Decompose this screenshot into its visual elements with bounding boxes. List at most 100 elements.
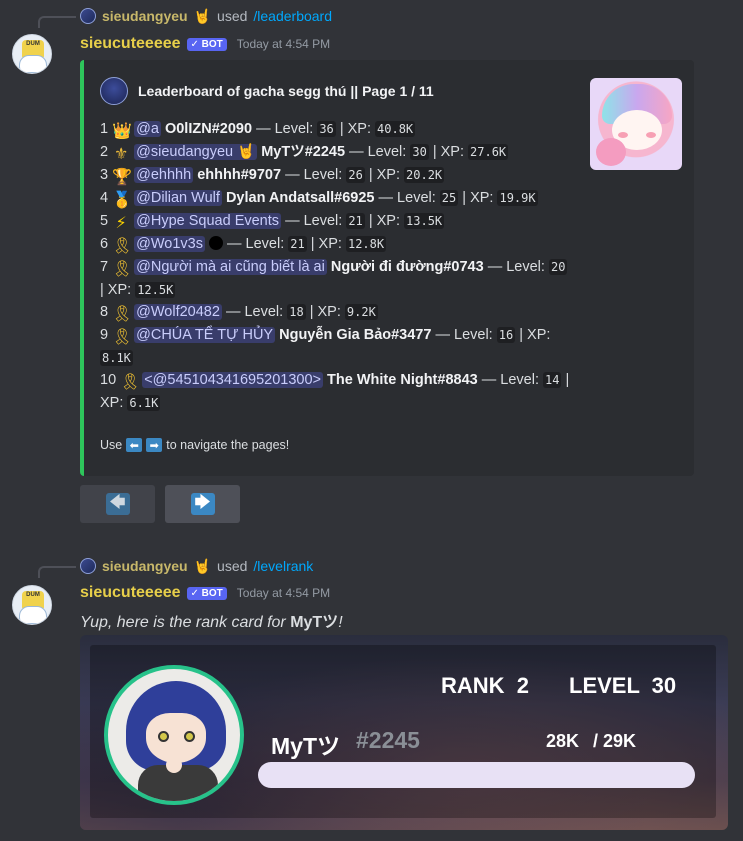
xp-value: 40.8K	[375, 121, 416, 137]
xp-label: | XP:	[368, 213, 400, 229]
hand-icon: ⚜	[113, 146, 129, 163]
xp-label: | XP:	[368, 167, 400, 183]
author-name[interactable]: sieucuteeeee	[80, 584, 181, 602]
xp-label: | XP:	[100, 282, 132, 298]
rank-display: RANK 2	[441, 673, 529, 699]
ribbon-icon: 🎗	[112, 306, 133, 323]
leaderboard-row: 9 🎗 @CHÚA TỂ TỰ HỦY Nguyễn Gia Bảo#3477 …	[100, 324, 570, 369]
user-mention[interactable]: @sieudangyeu 🤘	[134, 144, 258, 160]
card-username: MyTツ	[271, 733, 340, 759]
embed-author-avatar	[100, 77, 128, 105]
message-text-pre: Yup, here is the rank card for	[80, 614, 291, 631]
rank-number: 9	[100, 327, 109, 343]
command-link[interactable]: /levelrank	[253, 558, 313, 574]
level-value: 30	[410, 144, 429, 160]
xp-label: | XP:	[309, 304, 341, 320]
user-mention[interactable]: @Dilian Wulf	[134, 190, 222, 206]
level-value: 36	[317, 121, 336, 137]
message-header: sieucuteeeee ✓ BOT Today at 4:54 PM	[80, 35, 330, 53]
bot-avatar[interactable]: DUM	[12, 34, 52, 74]
level-value: 26	[346, 167, 365, 183]
leaderboard-row: 5 ⚡ @Hype Squad Events — Level: 21 | XP:…	[100, 210, 570, 233]
rank-number: 2	[100, 144, 109, 160]
bot-avatar[interactable]: DUM	[12, 585, 52, 625]
user-mention[interactable]: @Wo1v3s	[134, 236, 205, 252]
xp-value: 27.6K	[468, 144, 509, 160]
xp-value: 12.8K	[345, 236, 387, 252]
avatar-face	[19, 606, 47, 624]
left-arrow-icon: 🡄	[105, 493, 130, 515]
xp-label: | XP:	[432, 144, 464, 160]
level-label: — Level:	[481, 372, 539, 388]
level-label: — Level:	[487, 259, 545, 275]
level-label: LEVEL	[569, 673, 640, 698]
level-label: — Level:	[349, 144, 407, 160]
leaderboard-list: 1 👑 @a O0lIZN#2090 — Level: 36 | XP: 40.…	[100, 118, 570, 414]
level-value: 30	[651, 673, 677, 698]
next-page-button[interactable]: 🡆	[165, 485, 240, 523]
leaderboard-row: 8 🎗 @Wolf20482 — Level: 18 | XP: 9.2K	[100, 301, 570, 324]
xp-label: | XP:	[339, 121, 371, 137]
rank-number: 7	[100, 259, 109, 275]
bot-tag: ✓ BOT	[186, 586, 227, 600]
xp-value: 13.5K	[404, 213, 445, 229]
author-name[interactable]: sieucuteeeee	[80, 35, 181, 53]
leaderboard-row: 3 🏆 @ehhhh ehhhh#9707 — Level: 26 | XP: …	[100, 164, 570, 187]
xp-value: 20.2K	[404, 167, 445, 183]
command-link[interactable]: /leaderboard	[253, 8, 332, 24]
rank-number: 10	[100, 372, 117, 388]
level-label: — Level:	[435, 327, 493, 343]
leaderboard-row: 10 🎗 <@545104341695201300> The White Nig…	[100, 369, 570, 414]
level-label: — Level:	[227, 236, 285, 252]
leaderboard-row: 6 🎗 @Wo1v3s — Level: 21 | XP: 12.8K	[100, 233, 570, 256]
timestamp[interactable]: Today at 4:54 PM	[237, 586, 330, 600]
user-mention[interactable]: @Hype Squad Events	[134, 213, 282, 229]
user-mention[interactable]: <@545104341695201300>	[142, 372, 324, 388]
medal-icon: 🥇	[112, 192, 133, 209]
rank-number: 3	[100, 167, 109, 183]
right-arrow-icon: 🡆	[190, 493, 215, 515]
right-arrow-icon: ➡	[146, 438, 163, 452]
left-arrow-icon: ⬅	[126, 438, 143, 452]
xp-label: | XP:	[519, 327, 551, 343]
level-value: 18	[287, 304, 306, 320]
user-mention[interactable]: @CHÚA TỂ TỰ HỦY	[134, 327, 276, 343]
xp-value: 9.2K	[344, 304, 378, 320]
ribbon-icon: 🎗	[120, 374, 141, 391]
reply-hand-emoji: 🤘	[193, 7, 212, 24]
footer-pre: Use	[100, 438, 123, 452]
timestamp[interactable]: Today at 4:54 PM	[237, 37, 330, 51]
user-tag: Người đi đường#0743	[330, 259, 484, 275]
card-discriminator: #2245	[356, 727, 420, 753]
level-value: 16	[496, 327, 516, 343]
xp-total: / 29K	[593, 731, 637, 751]
ribbon-icon: 🎗	[112, 238, 133, 255]
xp-label: | XP:	[462, 190, 494, 206]
leaderboard-row: 1 👑 @a O0lIZN#2090 — Level: 36 | XP: 40.…	[100, 118, 570, 141]
level-value: 20	[548, 259, 568, 275]
rank-card-image[interactable]: RANK 2 LEVEL 30 MyTツ #2245 28K / 29K	[80, 635, 728, 830]
embed-thumbnail[interactable]	[590, 78, 682, 170]
reply-context[interactable]: sieudangyeu 🤘 used /leaderboard	[80, 6, 332, 26]
user-mention[interactable]: @Wolf20482	[134, 304, 222, 320]
message-text-bold: MyTツ	[290, 614, 339, 631]
trophy-icon: 🏆	[112, 169, 133, 186]
reply-username[interactable]: sieudangyeu	[102, 8, 188, 24]
reply-username[interactable]: sieudangyeu	[102, 558, 188, 574]
rank-value: 2	[516, 673, 529, 698]
card-xp: 28K / 29K	[546, 731, 636, 752]
prev-page-button[interactable]: 🡄	[80, 485, 155, 523]
level-value: 21	[288, 236, 307, 252]
message-text: Yup, here is the rank card for MyTツ!	[80, 608, 343, 632]
rank-number: 6	[100, 236, 109, 252]
reply-context[interactable]: sieudangyeu 🤘 used /levelrank	[80, 556, 313, 576]
user-mention[interactable]: @ehhhh	[134, 167, 194, 183]
user-mention[interactable]: @a	[134, 121, 161, 137]
user-mention[interactable]: @Người mà ai cũng biết là ai	[134, 259, 327, 275]
rank-number: 8	[100, 304, 109, 320]
user-tag: ehhhh#9707	[197, 167, 282, 183]
ribbon-icon: 🎗	[112, 261, 133, 278]
level-value: 25	[439, 190, 459, 206]
xp-current: 28K	[546, 731, 580, 751]
user-tag: Dylan Andatsall#6925	[225, 190, 375, 206]
